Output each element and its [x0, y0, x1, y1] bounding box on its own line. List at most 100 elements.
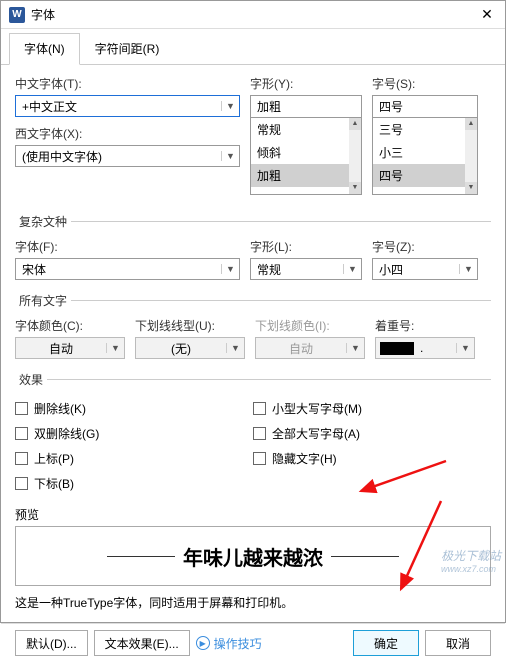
underline-dropdown[interactable]: (无) ▼: [135, 337, 245, 359]
legend-all-text: 所有文字: [15, 292, 71, 309]
style-l-combo[interactable]: 常规 ▼: [250, 258, 362, 280]
ok-button-label: 确定: [374, 635, 398, 652]
font-note: 这是一种TrueType字体，同时适用于屏幕和打印机。: [15, 594, 491, 611]
legend-effects: 效果: [15, 371, 47, 388]
app-icon: W: [9, 7, 25, 23]
checkbox-icon: [253, 427, 266, 440]
western-font-value: (使用中文字体): [16, 148, 221, 165]
tips-link[interactable]: ▶ 操作技巧: [196, 630, 262, 656]
chevron-down-icon: ▼: [343, 264, 361, 274]
scroll-down-icon[interactable]: ▼: [349, 182, 361, 194]
check-strike-label: 删除线(K): [34, 400, 86, 417]
size-opt-2[interactable]: 四号: [373, 164, 477, 187]
font-f-value: 宋体: [16, 261, 221, 278]
style-input[interactable]: 加粗: [250, 95, 362, 117]
font-f-combo[interactable]: 宋体 ▼: [15, 258, 240, 280]
label-emphasis: 着重号:: [375, 317, 485, 334]
cjk-font-value: +中文正文: [16, 98, 221, 115]
text-effect-button[interactable]: 文本效果(E)...: [94, 630, 190, 656]
size-z-value: 小四: [373, 261, 459, 278]
checkbox-icon: [15, 452, 28, 465]
check-allcaps[interactable]: 全部大写字母(A): [253, 421, 491, 446]
underline-color-value: 自动: [256, 340, 346, 357]
style-listbox[interactable]: 常规 倾斜 加粗 ▲ ▼: [250, 117, 362, 195]
checkbox-icon: [253, 402, 266, 415]
cjk-font-combo[interactable]: +中文正文 ▼: [15, 95, 240, 117]
style-opt-italic[interactable]: 倾斜: [251, 141, 361, 164]
checkbox-icon: [15, 402, 28, 415]
scroll-down-icon[interactable]: ▼: [465, 182, 477, 194]
legend-complex: 复杂文种: [15, 213, 71, 230]
chevron-down-icon: ▼: [221, 264, 239, 274]
footer: 默认(D)... 文本效果(E)... ▶ 操作技巧 确定 取消: [1, 623, 505, 666]
checkbox-icon: [15, 427, 28, 440]
label-size-z: 字号(Z):: [372, 238, 478, 255]
preview-line-left: [107, 556, 175, 557]
footer-spacer: [268, 630, 347, 656]
preview-box: 年味儿越来越浓: [15, 526, 491, 586]
tips-label: 操作技巧: [214, 635, 262, 652]
underline-color-dropdown: 自动 ▼: [255, 337, 365, 359]
check-smallcaps-label: 小型大写字母(M): [272, 400, 362, 417]
check-super[interactable]: 上标(P): [15, 446, 253, 471]
size-opt-0[interactable]: 三号: [373, 118, 477, 141]
chevron-down-icon: ▼: [106, 343, 124, 353]
fieldset-complex: 复杂文种 字体(F): 宋体 ▼ 字形(L): 常规 ▼ 字号(Z): 小四: [15, 213, 491, 288]
preview-line-right: [331, 556, 399, 557]
size-opt-1[interactable]: 小三: [373, 141, 477, 164]
scroll-track[interactable]: [349, 130, 361, 182]
check-dstrike[interactable]: 双删除线(G): [15, 421, 253, 446]
check-strike[interactable]: 删除线(K): [15, 396, 253, 421]
default-button[interactable]: 默认(D)...: [15, 630, 88, 656]
label-underline-color: 下划线颜色(I):: [255, 317, 365, 334]
style-opt-bold[interactable]: 加粗: [251, 164, 361, 187]
style-scrollbar[interactable]: ▲ ▼: [349, 118, 361, 194]
size-input[interactable]: 四号: [372, 95, 478, 117]
check-smallcaps[interactable]: 小型大写字母(M): [253, 396, 491, 421]
window-title: 字体: [31, 6, 477, 23]
text-effect-button-label: 文本效果(E)...: [105, 635, 179, 652]
check-dstrike-label: 双删除线(G): [34, 425, 99, 442]
scroll-track[interactable]: [465, 130, 477, 182]
label-cjk-font: 中文字体(T):: [15, 75, 240, 92]
checkbox-icon: [15, 477, 28, 490]
check-hidden-label: 隐藏文字(H): [272, 450, 337, 467]
check-sub[interactable]: 下标(B): [15, 471, 253, 496]
fieldset-all-text: 所有文字 字体颜色(C): 自动 ▼ 下划线线型(U): (无) ▼ 下划线颜色…: [15, 292, 491, 367]
label-preview: 预览: [15, 506, 491, 523]
emphasis-swatch: [380, 342, 414, 355]
emphasis-dropdown[interactable]: . ▼: [375, 337, 475, 359]
label-style-l: 字形(L):: [250, 238, 362, 255]
label-underline: 下划线线型(U):: [135, 317, 245, 334]
fieldset-effects: 效果 删除线(K) 小型大写字母(M) 双删除线(G) 全部大写字母(A) 上标…: [15, 371, 491, 500]
close-icon[interactable]: ✕: [477, 6, 497, 23]
size-z-combo[interactable]: 小四 ▼: [372, 258, 478, 280]
checkbox-icon: [253, 452, 266, 465]
size-input-value: 四号: [373, 98, 477, 115]
default-button-label: 默认(D)...: [26, 635, 77, 652]
chevron-down-icon: ▼: [226, 343, 244, 353]
check-hidden[interactable]: 隐藏文字(H): [253, 446, 491, 471]
label-western-font: 西文字体(X):: [15, 125, 240, 142]
effects-checks: 删除线(K) 小型大写字母(M) 双删除线(G) 全部大写字母(A) 上标(P)…: [15, 396, 491, 496]
check-allcaps-label: 全部大写字母(A): [272, 425, 360, 442]
emphasis-value: .: [414, 341, 456, 355]
tab-spacing[interactable]: 字符间距(R): [80, 33, 175, 64]
font-color-dropdown[interactable]: 自动 ▼: [15, 337, 125, 359]
titlebar: W 字体 ✕: [1, 1, 505, 29]
chevron-down-icon: ▼: [221, 101, 239, 111]
style-l-value: 常规: [251, 261, 343, 278]
style-opt-regular[interactable]: 常规: [251, 118, 361, 141]
scroll-up-icon[interactable]: ▲: [465, 118, 477, 130]
chevron-down-icon: ▼: [346, 343, 364, 353]
size-scrollbar[interactable]: ▲ ▼: [465, 118, 477, 194]
chevron-down-icon: ▼: [221, 151, 239, 161]
size-listbox[interactable]: 三号 小三 四号 ▲ ▼: [372, 117, 478, 195]
tab-font[interactable]: 字体(N): [9, 33, 80, 65]
ok-button[interactable]: 确定: [353, 630, 419, 656]
label-size: 字号(S):: [372, 75, 478, 92]
western-font-combo[interactable]: (使用中文字体) ▼: [15, 145, 240, 167]
cancel-button[interactable]: 取消: [425, 630, 491, 656]
style-input-value: 加粗: [251, 98, 361, 115]
scroll-up-icon[interactable]: ▲: [349, 118, 361, 130]
